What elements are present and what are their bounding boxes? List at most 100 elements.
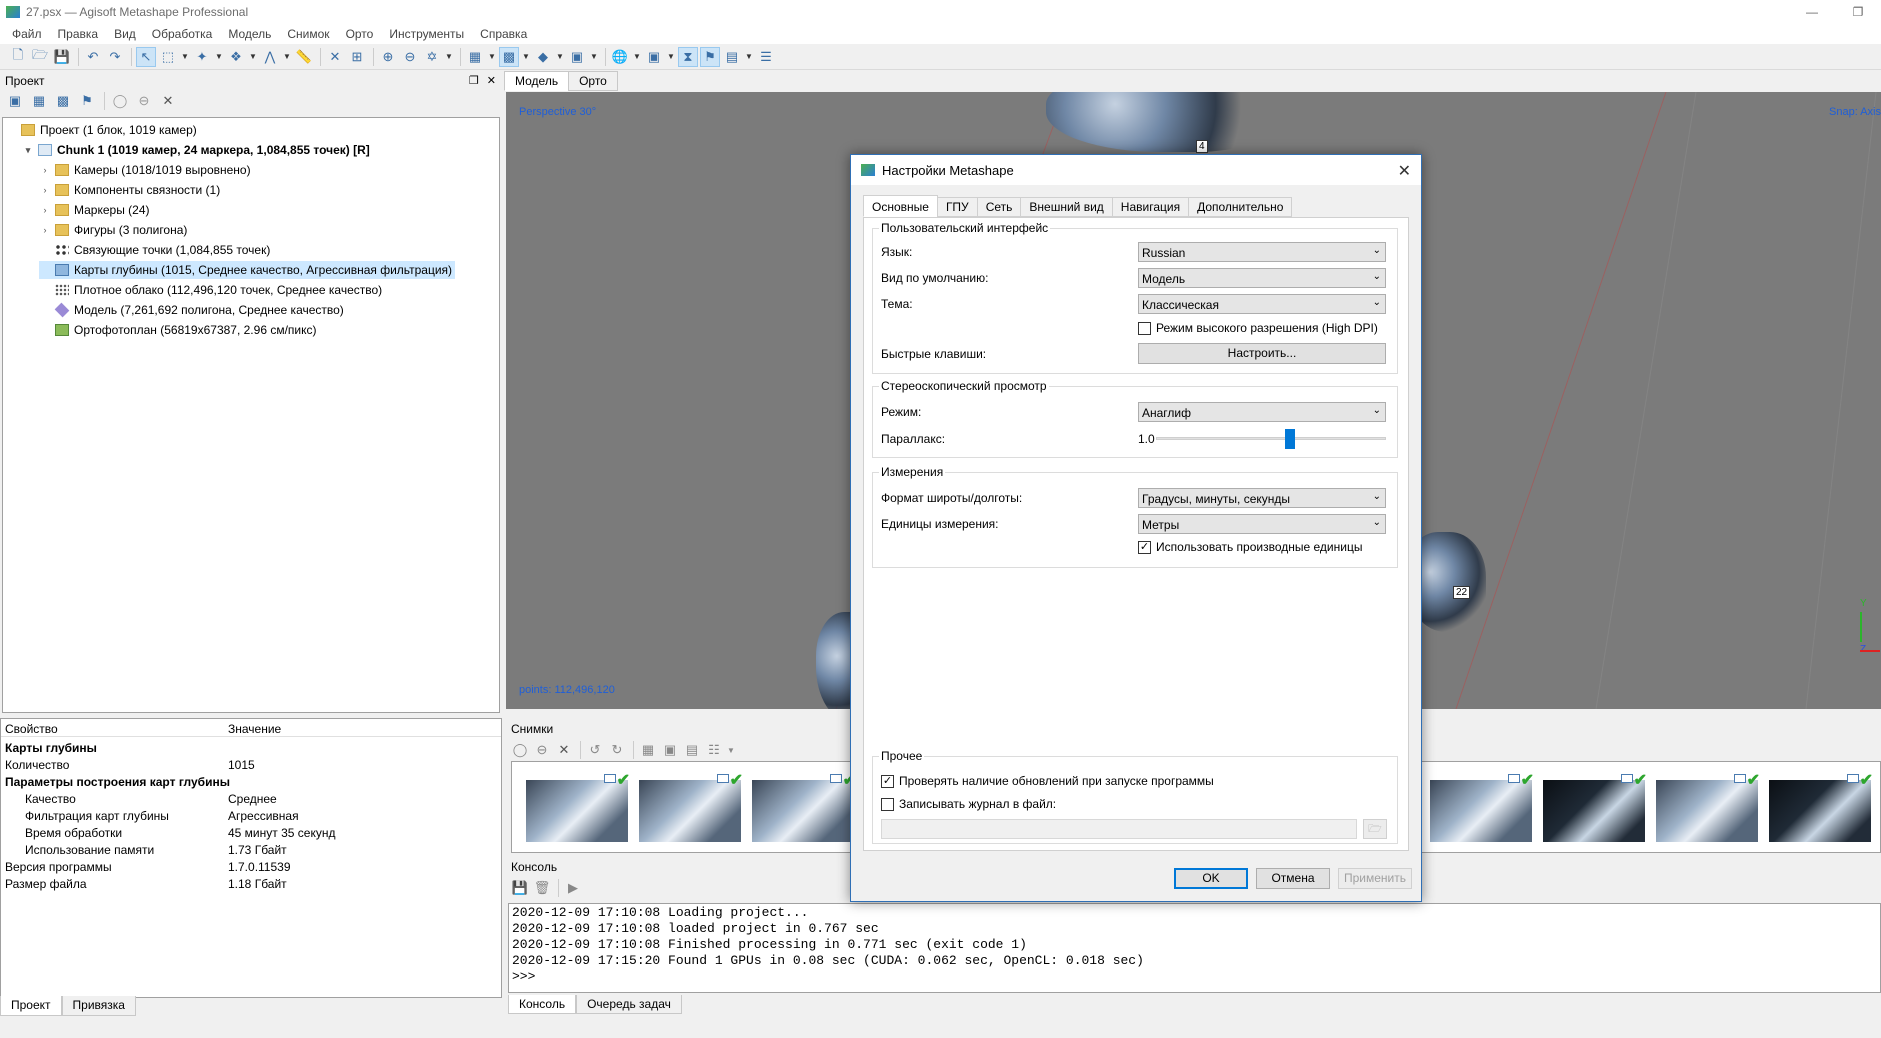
tab-reference[interactable]: Привязка [61, 996, 136, 1016]
rectangle-select-icon[interactable]: ⬚ [158, 47, 178, 67]
minimize-button[interactable]: — [1789, 0, 1835, 24]
remove-icon[interactable]: ✕ [157, 91, 179, 111]
tab-network[interactable]: Сеть [976, 197, 1022, 217]
property-row[interactable]: Фильтрация карт глубины Агрессивная [1, 807, 501, 824]
photo-thumbnail[interactable]: ✔ [1656, 772, 1760, 842]
move-region-icon[interactable]: ❖ [226, 47, 246, 67]
property-row[interactable]: Качество Среднее [1, 790, 501, 807]
undo-icon[interactable]: ↶ [83, 47, 103, 67]
parallax-slider-handle[interactable] [1285, 429, 1295, 449]
menu-workflow[interactable]: Обработка [144, 27, 221, 41]
show-images-icon[interactable]: ▣ [644, 47, 664, 67]
photo-thumbnail[interactable]: ✔ [639, 772, 743, 842]
write-log-checkbox-box[interactable] [881, 797, 894, 811]
chevron-down-icon[interactable]: ▼ [180, 47, 190, 67]
show-cameras-icon[interactable]: ▦ [465, 47, 485, 67]
parallax-slider[interactable] [1156, 429, 1386, 449]
chevron-down-icon[interactable]: ▼ [589, 47, 599, 67]
menu-photo[interactable]: Снимок [279, 27, 337, 41]
chevron-down-icon[interactable]: ▼ [666, 47, 676, 67]
show-layers-icon[interactable]: ☰ [756, 47, 776, 67]
property-row[interactable]: Количество 1015 [1, 756, 501, 773]
add-photos-icon[interactable]: ▦ [28, 91, 50, 111]
property-row[interactable]: Размер файла 1.18 Гбайт [1, 875, 501, 892]
dense-cloud-view-icon[interactable]: ▩ [499, 46, 519, 67]
ok-button[interactable]: OK [1174, 868, 1248, 889]
tree-item[interactable]: Плотное облако (112,496,120 точек, Средн… [39, 281, 385, 299]
ruler-icon[interactable]: 📏 [294, 47, 314, 67]
tree-item[interactable]: Связующие точки (1,084,855 точек) [39, 241, 273, 259]
marker-label[interactable]: 4 [1196, 140, 1208, 153]
tree-item[interactable]: Модель (7,261,692 полигона, Среднее каче… [39, 301, 347, 319]
property-row[interactable]: Параметры построения карт глубины [1, 773, 501, 790]
property-row[interactable]: Использование памяти 1.73 Гбайт [1, 841, 501, 858]
photo-thumbnail[interactable]: ✔ [752, 772, 856, 842]
menu-tools[interactable]: Инструменты [381, 27, 472, 41]
disable-icon[interactable]: ⊖ [532, 740, 552, 760]
zoom-out-icon[interactable]: ⊖ [400, 47, 420, 67]
menu-file[interactable]: Файл [4, 27, 50, 41]
value-column-header[interactable]: Значение [228, 722, 281, 736]
close-icon[interactable]: ✕ [487, 74, 496, 87]
language-select[interactable]: Russian ⌄ [1138, 242, 1386, 262]
zoom-in-icon[interactable]: ⊕ [378, 47, 398, 67]
rotate-right-icon[interactable]: ↻ [607, 740, 627, 760]
photo-thumbnail[interactable]: ✔ [1430, 772, 1534, 842]
tab-appearance[interactable]: Внешний вид [1020, 197, 1113, 217]
expand-arrow-icon[interactable]: › [39, 205, 51, 215]
derived-units-checkbox[interactable]: ✓ Использовать производные единицы [1138, 540, 1362, 554]
tab-general[interactable]: Основные [863, 195, 938, 217]
tab-gpu[interactable]: ГПУ [936, 197, 978, 217]
tab-job-queue[interactable]: Очередь задач [576, 995, 682, 1014]
disable-icon[interactable]: ⊖ [133, 91, 155, 111]
property-row[interactable]: Карты глубины [1, 739, 501, 756]
chevron-down-icon[interactable]: ▼ [444, 47, 454, 67]
rotate-left-icon[interactable]: ↺ [585, 740, 605, 760]
tree-item[interactable]: Ортофотоплан (56819x67387, 2.96 см/пикс) [39, 321, 320, 339]
apply-button[interactable]: Применить [1338, 868, 1412, 889]
show-orthomosaic-icon[interactable]: ▤ [722, 47, 742, 67]
move-object-icon[interactable]: ✦ [192, 47, 212, 67]
delete-selection-icon[interactable]: ✕ [325, 47, 345, 67]
tree-item[interactable]: › Фигуры (3 полигона) [39, 221, 190, 239]
grid-view-icon[interactable]: ☷ [704, 740, 724, 760]
check-updates-checkbox-box[interactable]: ✓ [881, 774, 894, 788]
chevron-down-icon[interactable]: ▼ [214, 47, 224, 67]
expand-arrow-icon[interactable]: › [39, 165, 51, 175]
add-marker-icon[interactable]: ⚑ [76, 91, 98, 111]
close-icon[interactable]: ✕ [1398, 161, 1411, 181]
maximize-button[interactable]: ❐ [1835, 0, 1881, 24]
chevron-down-icon[interactable]: ▼ [726, 740, 736, 760]
log-path-input[interactable] [881, 819, 1357, 839]
tab-project[interactable]: Проект [0, 996, 62, 1016]
draw-polyline-icon[interactable]: ⋀ [260, 47, 280, 67]
menu-model[interactable]: Модель [220, 27, 279, 41]
property-row[interactable]: Версия программы 1.7.0.11539 [1, 858, 501, 875]
menu-edit[interactable]: Правка [50, 27, 107, 41]
chevron-down-icon[interactable]: ▼ [632, 47, 642, 67]
tree-item[interactable]: Карты глубины (1015, Среднее качество, А… [39, 261, 456, 279]
expand-arrow-icon[interactable]: › [39, 185, 51, 195]
show-info-icon[interactable]: ▤ [682, 740, 702, 760]
marker-label[interactable]: 22 [1453, 586, 1471, 599]
save-log-icon[interactable]: 💾 [510, 878, 530, 898]
latlon-format-select[interactable]: Градусы, минуты, секунды ⌄ [1138, 488, 1386, 508]
property-row[interactable]: Время обработки 45 минут 35 секунд [1, 824, 501, 841]
reset-view-icon[interactable]: ✡ [422, 47, 442, 67]
new-file-icon[interactable]: 🗋 [8, 47, 28, 67]
chevron-down-icon[interactable]: ▼ [744, 47, 754, 67]
clear-log-icon[interactable]: 🗑 [532, 878, 552, 898]
stereo-mode-select[interactable]: Анаглиф ⌄ [1138, 402, 1386, 422]
tree-item[interactable]: ▾ Chunk 1 (1019 камер, 24 маркера, 1,084,… [22, 141, 373, 159]
tab-navigation[interactable]: Навигация [1111, 197, 1190, 217]
enable-icon[interactable]: ◯ [510, 740, 530, 760]
tab-model[interactable]: Модель [504, 71, 570, 91]
remove-icon[interactable]: ✕ [554, 740, 574, 760]
filter-icon[interactable]: ▦ [638, 740, 658, 760]
photo-thumbnail[interactable]: ✔ [526, 772, 630, 842]
model-view-icon[interactable]: ◆ [533, 47, 553, 67]
undock-icon[interactable]: ❐ [469, 74, 479, 87]
navigation-cursor-icon[interactable]: ↖ [136, 46, 156, 67]
derived-units-checkbox-box[interactable]: ✓ [1138, 540, 1151, 554]
tree-item[interactable]: Проект (1 блок, 1019 камер) [5, 121, 200, 139]
